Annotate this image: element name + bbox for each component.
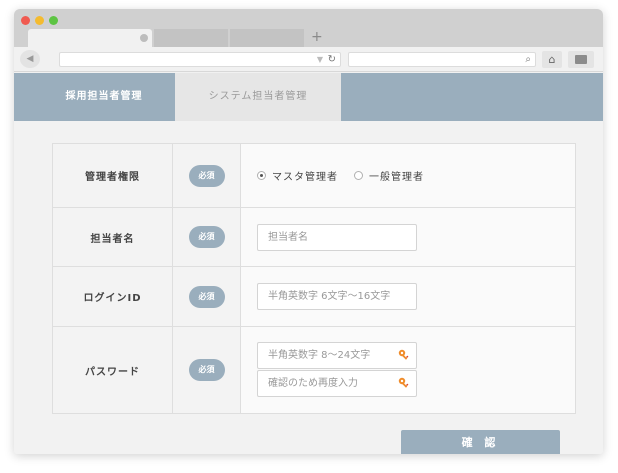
password-confirm-input[interactable]: 確認のため再度入力	[257, 370, 417, 397]
required-badge: 必須	[188, 285, 225, 308]
required-cell: 必須	[173, 267, 241, 326]
back-button[interactable]: ◀	[20, 50, 40, 68]
password-confirm-placeholder: 確認のため再度入力	[268, 378, 358, 389]
search-icon: ⌕	[525, 54, 531, 65]
name-input-cell: 担当者名	[241, 208, 575, 266]
name-input[interactable]: 担当者名	[257, 224, 417, 251]
tab-close-icon[interactable]	[140, 34, 148, 42]
required-badge: 必須	[188, 164, 225, 187]
browser-tab-3[interactable]	[230, 29, 304, 47]
form-row-password: パスワード 必須 半角英数字 8～24文字 確認のため再度入力	[53, 327, 575, 413]
radio-general-admin[interactable]	[354, 171, 363, 180]
browser-tab-2[interactable]	[154, 29, 228, 47]
permission-radio-group: マスタ管理者 一般管理者	[257, 168, 440, 183]
field-label-login-id: ログインID	[53, 267, 173, 326]
browser-menu-button[interactable]	[568, 51, 594, 68]
required-badge: 必須	[188, 226, 225, 248]
page-content: 採用担当者管理 システム担当者管理 管理者権限 必須 マスタ管理者 一般管理者	[14, 73, 603, 454]
login-id-input-cell: 半角英数字 6文字～16文字	[241, 267, 575, 326]
form-row-login-id: ログインID 必須 半角英数字 6文字～16文字	[53, 267, 575, 327]
nav-bar: 採用担当者管理 システム担当者管理	[14, 73, 603, 121]
field-label-password: パスワード	[53, 327, 173, 413]
manager-form: 管理者権限 必須 マスタ管理者 一般管理者 担当者名 必須 担当者名 ログインI…	[52, 143, 576, 414]
home-icon: ⌂	[548, 53, 556, 66]
required-cell: 必須	[173, 327, 241, 413]
login-id-input[interactable]: 半角英数字 6文字～16文字	[257, 283, 417, 310]
password-input-cell: 半角英数字 8～24文字 確認のため再度入力	[241, 327, 575, 413]
title-bar: +	[14, 9, 603, 47]
field-label-name: 担当者名	[53, 208, 173, 266]
password-input[interactable]: 半角英数字 8～24文字	[257, 342, 417, 369]
new-tab-button[interactable]: +	[311, 28, 323, 46]
minimize-window-button[interactable]	[35, 16, 44, 25]
maximize-window-button[interactable]	[49, 16, 58, 25]
key-icon[interactable]	[398, 377, 410, 389]
reload-icon[interactable]: ↻	[328, 53, 336, 67]
browser-window: + ◀ ▼ ↻ ⌕ ⌂ 採用担当者管理 システム担当者管理 管理者権限 必須 マ…	[14, 9, 603, 454]
menu-icon	[575, 55, 587, 64]
close-window-button[interactable]	[21, 16, 30, 25]
required-cell: 必須	[173, 144, 241, 207]
radio-label-master-admin[interactable]: マスタ管理者	[272, 168, 338, 183]
confirm-button[interactable]: 確 認	[401, 430, 560, 454]
radio-label-general-admin[interactable]: 一般管理者	[369, 168, 424, 183]
tab-system-manager-management[interactable]: システム担当者管理	[175, 73, 341, 121]
address-row: ◀ ▼ ↻ ⌕ ⌂	[14, 47, 603, 72]
password-placeholder: 半角英数字 8～24文字	[268, 350, 371, 361]
url-dropdown-icon[interactable]: ▼	[317, 53, 323, 67]
required-cell: 必須	[173, 208, 241, 266]
back-arrow-icon: ◀	[26, 54, 34, 64]
tab-recruiter-management[interactable]: 採用担当者管理	[33, 73, 175, 121]
radio-master-admin[interactable]	[257, 171, 266, 180]
form-row-name: 担当者名 必須 担当者名	[53, 208, 575, 267]
field-label-permission: 管理者権限	[53, 144, 173, 207]
home-button[interactable]: ⌂	[542, 51, 562, 68]
url-bar[interactable]: ▼ ↻	[59, 52, 341, 67]
required-badge: 必須	[188, 359, 225, 381]
form-row-permission: 管理者権限 必須 マスタ管理者 一般管理者	[53, 144, 575, 208]
permission-input-cell: マスタ管理者 一般管理者	[241, 144, 575, 207]
browser-tab-active[interactable]	[28, 29, 152, 47]
key-icon[interactable]	[398, 349, 410, 361]
browser-search-bar[interactable]: ⌕	[348, 52, 536, 67]
